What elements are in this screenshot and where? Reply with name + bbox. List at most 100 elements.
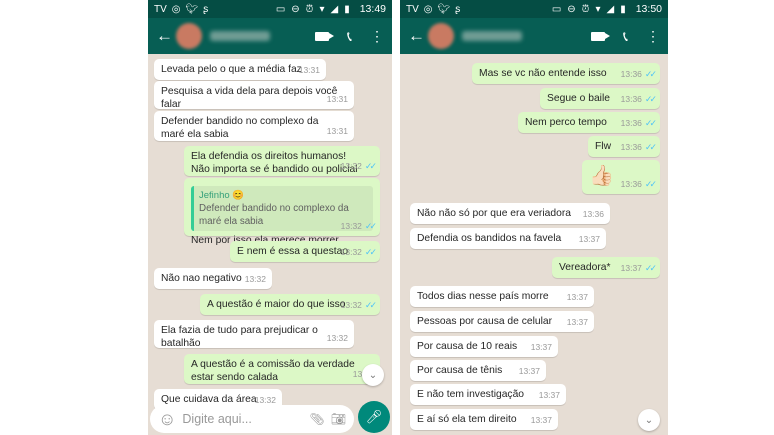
whatsapp-icon: ◎ [423, 3, 433, 15]
message-outgoing[interactable]: A questão é a comissão da verdade estar … [184, 354, 380, 384]
message-text: Mas se vc não entende isso [479, 68, 607, 79]
phone-call-icon[interactable]: 📞︎ [623, 28, 628, 45]
quote-author-name: Jefinho [199, 190, 230, 201]
camera-icon[interactable]: 📷︎ [331, 412, 346, 426]
message-incoming[interactable]: Pessoas por causa de celular 13:37 [410, 311, 594, 332]
message-meta: 13:32 [245, 273, 266, 286]
message-time: 13:32 [340, 247, 362, 257]
contact-name-blurred[interactable] [210, 31, 270, 41]
message-time: 13:37 [566, 317, 588, 327]
message-outgoing[interactable]: Mas se vc não entende isso 13:36 ✓✓ [472, 63, 660, 84]
shazam-icon: ʂ [455, 3, 461, 15]
message-meta: 13:32 ✓✓ [340, 220, 377, 233]
read-ticks-icon: ✓✓ [364, 161, 377, 171]
message-outgoing[interactable]: Flw 13:36 ✓✓ [588, 136, 660, 157]
wifi-icon: ▾ [319, 3, 325, 15]
message-outgoing-reply[interactable]: Jefinho 😊 Defender bandido no complexo d… [184, 178, 380, 246]
message-time: 13:37 [578, 234, 600, 244]
message-time: 13:31 [298, 65, 320, 75]
more-options-icon[interactable]: ⋮ [370, 28, 384, 45]
read-ticks-icon: ✓✓ [364, 300, 377, 310]
message-text: A questão é maior do que isso [207, 299, 346, 310]
message-incoming[interactable]: Por causa de tênis 13:37 [410, 360, 546, 381]
message-incoming[interactable]: Por causa de 10 reais 13:37 [410, 336, 558, 357]
message-meta: 13:32 ✓✓ [340, 299, 377, 312]
message-meta: 13:32 ✓✓ [341, 160, 377, 173]
message-incoming[interactable]: Ela fazia de tudo para prejudicar o bata… [154, 320, 354, 349]
scroll-down-button[interactable]: ⌄ [638, 409, 660, 431]
message-incoming[interactable]: Pesquisa a vida dela para depois você fa… [154, 81, 354, 110]
smiley-emoji-icon: 😊 [232, 190, 245, 201]
read-ticks-icon: ✓✓ [644, 263, 657, 273]
message-text: Por causa de 10 reais [417, 341, 518, 352]
message-text: E não tem investigação [417, 389, 525, 400]
message-text: Por causa de tênis [417, 365, 503, 376]
message-time: 13:36 [620, 118, 642, 128]
read-ticks-icon: ✓✓ [644, 69, 657, 79]
video-call-icon[interactable] [315, 31, 335, 41]
message-outgoing[interactable]: Vereadora* 13:37 ✓✓ [552, 257, 660, 278]
message-time: 13:36 [582, 209, 604, 219]
message-outgoing[interactable]: A questão é maior do que isso 13:32 ✓✓ [200, 294, 380, 315]
contact-name-blurred[interactable] [462, 31, 522, 41]
message-incoming[interactable]: Defender bandido no complexo da maré ela… [154, 111, 354, 141]
message-incoming[interactable]: Defendia os bandidos na favela 13:37 [410, 228, 606, 249]
message-composer[interactable]: ☺ Digite aqui... 📎︎ 📷︎ [150, 405, 354, 433]
message-incoming[interactable]: E não tem investigação 13:37 [410, 384, 566, 405]
message-meta: 13:32 [327, 332, 348, 345]
twitter-icon: 🐦︎ [437, 3, 451, 15]
message-meta: 13:37 [531, 414, 552, 427]
message-incoming[interactable]: E aí só ela tem direito 13:37 [410, 409, 558, 430]
whatsapp-icon: ◎ [171, 3, 181, 15]
phone-call-icon[interactable]: 📞︎ [347, 28, 352, 45]
message-meta: 13:31 [327, 93, 348, 106]
message-meta: 13:37 [567, 291, 588, 304]
avatar[interactable] [428, 23, 454, 49]
message-outgoing[interactable]: E nem é essa a questao 13:32 ✓✓ [230, 241, 380, 262]
message-time: 13:32 [244, 274, 266, 284]
message-meta: 13:37 ✓✓ [621, 262, 657, 275]
message-outgoing[interactable]: Nem perco tempo 13:36 ✓✓ [518, 112, 660, 133]
message-text: E aí só ela tem direito [417, 414, 517, 425]
message-outgoing[interactable]: Ela defendia os direitos humanos! Não im… [184, 146, 380, 176]
message-meta: 13:37 [539, 389, 560, 402]
message-meta: 13:37 [531, 341, 552, 354]
message-outgoing[interactable]: Segue o baile 13:36 ✓✓ [540, 88, 660, 109]
back-arrow-icon[interactable]: ← [408, 26, 425, 46]
read-ticks-icon: ✓✓ [644, 94, 657, 104]
signal-icon: ◢ [606, 3, 615, 15]
message-outgoing-emoji[interactable]: 👍🏻 13:36 ✓✓ [582, 160, 660, 194]
message-incoming[interactable]: Levada pelo o que a média faz 13:31 [154, 59, 326, 80]
message-incoming[interactable]: Não nao negativo 13:32 [154, 268, 272, 289]
avatar[interactable] [176, 23, 202, 49]
message-meta: 13:36 ✓✓ [621, 141, 657, 154]
message-incoming[interactable]: Não não só por que era veriadora 13:36 [410, 203, 610, 224]
cast-icon: ▭ [275, 3, 286, 15]
message-meta: 13:36 ✓✓ [621, 178, 657, 191]
attach-icon[interactable]: 📎︎ [310, 412, 325, 426]
message-time: 13:32 [340, 300, 362, 310]
more-options-icon[interactable]: ⋮ [646, 28, 660, 45]
message-time: 13:31 [326, 94, 348, 104]
message-meta: 13:36 ✓✓ [620, 117, 657, 130]
message-time: 13:36 [620, 94, 642, 104]
message-input[interactable]: Digite aqui... [182, 412, 303, 426]
emoji-icon[interactable]: ☺ [158, 409, 176, 430]
video-call-icon[interactable] [591, 31, 611, 41]
cast-icon: ▭ [551, 3, 562, 15]
read-ticks-icon: ✓✓ [644, 118, 657, 128]
message-meta: 13:32 ✓✓ [340, 246, 377, 259]
back-arrow-icon[interactable]: ← [156, 26, 173, 46]
scroll-down-button[interactable]: ⌄ [362, 364, 384, 386]
read-ticks-icon: ✓✓ [364, 247, 377, 257]
message-incoming[interactable]: Todos dias nesse país morre 13:37 [410, 286, 594, 307]
mic-button[interactable]: 🎤︎ [358, 401, 390, 433]
status-time: 13:50 [635, 3, 662, 15]
tv-icon: TV [154, 3, 167, 15]
message-time: 13:32 [340, 221, 362, 231]
read-ticks-icon: ✓✓ [644, 179, 657, 189]
quote-author: Jefinho 😊 [199, 189, 368, 202]
message-text: Todos dias nesse país morre [417, 291, 549, 302]
message-meta: 13:37 [579, 233, 600, 246]
shazam-icon: ʂ [203, 3, 209, 15]
